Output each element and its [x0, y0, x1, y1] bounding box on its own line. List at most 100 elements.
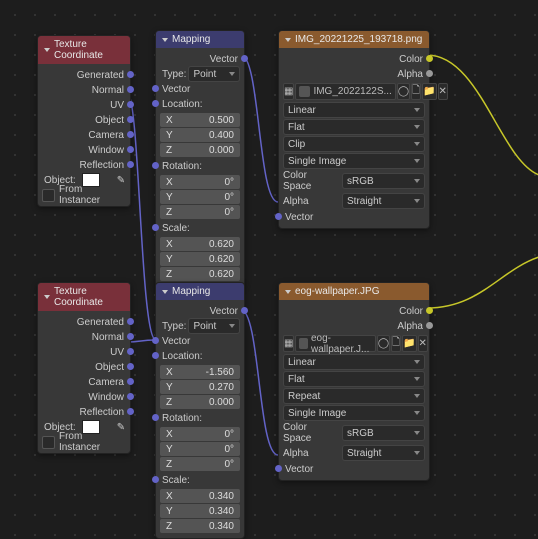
- output-camera: Camera: [42, 375, 126, 389]
- node-header[interactable]: Texture Coordinate: [38, 36, 130, 64]
- rotation-label: Rotation:: [160, 411, 240, 425]
- rotation-label: Rotation:: [160, 159, 240, 173]
- alpha-select[interactable]: Straight: [342, 193, 425, 209]
- location-z[interactable]: Z0.000: [160, 395, 240, 409]
- location-y[interactable]: Y0.270: [160, 380, 240, 394]
- new-image-icon[interactable]: 🗋: [391, 335, 401, 352]
- source-select[interactable]: Single Image: [283, 405, 425, 421]
- from-instancer-checkbox[interactable]: [42, 436, 55, 449]
- output-vector: Vector: [160, 52, 240, 66]
- rotation-z[interactable]: Z0°: [160, 457, 240, 471]
- unlink-icon[interactable]: ✕: [418, 335, 428, 352]
- output-vector: Vector: [160, 304, 240, 318]
- type-row[interactable]: Type:Point: [160, 319, 240, 333]
- unlink-icon[interactable]: ✕: [438, 83, 448, 100]
- location-label: Location:: [160, 97, 240, 111]
- extension-select[interactable]: Repeat: [283, 388, 425, 404]
- input-vector: Vector: [283, 462, 425, 476]
- image-thumb-icon: [299, 86, 310, 97]
- type-select[interactable]: Point: [188, 66, 240, 82]
- node-mapping-1[interactable]: Mapping Vector Type:Point Vector Locatio…: [155, 30, 245, 287]
- from-instancer-checkbox[interactable]: [42, 189, 55, 202]
- alpha-label: Alpha: [283, 448, 338, 459]
- rotation-x[interactable]: X0°: [160, 175, 240, 189]
- location-x[interactable]: X-1.560: [160, 365, 240, 379]
- chevron-down-icon: [414, 125, 420, 129]
- location-y[interactable]: Y0.400: [160, 128, 240, 142]
- output-normal: Normal: [42, 83, 126, 97]
- chevron-down-icon: [285, 290, 291, 294]
- node-header[interactable]: IMG_20221225_193718.png: [279, 31, 429, 48]
- node-header[interactable]: eog-wallpaper.JPG: [279, 283, 429, 300]
- chevron-down-icon: [414, 108, 420, 112]
- node-title: Mapping: [172, 34, 210, 45]
- node-header[interactable]: Texture Coordinate: [38, 283, 130, 311]
- input-vector: Vector: [283, 210, 425, 224]
- output-color: Color: [283, 52, 425, 66]
- output-object: Object: [42, 360, 126, 374]
- node-texture-coordinate-2[interactable]: Texture Coordinate Generated Normal UV O…: [37, 282, 131, 454]
- source-select[interactable]: Single Image: [283, 153, 425, 169]
- image-browse-icon[interactable]: ▦: [283, 335, 294, 352]
- output-window: Window: [42, 143, 126, 157]
- scale-label: Scale:: [160, 473, 240, 487]
- interpolation-select[interactable]: Linear: [283, 102, 425, 118]
- from-instancer-row[interactable]: From Instancer: [42, 188, 126, 202]
- chevron-down-icon: [229, 72, 235, 76]
- scale-y[interactable]: Y0.340: [160, 504, 240, 518]
- rotation-y[interactable]: Y0°: [160, 442, 240, 456]
- rotation-x[interactable]: X0°: [160, 427, 240, 441]
- scale-z[interactable]: Z0.340: [160, 519, 240, 533]
- linked-icon[interactable]: ◯: [397, 83, 410, 100]
- node-image-texture-2[interactable]: eog-wallpaper.JPG Color Alpha ▦ eog-wall…: [278, 282, 430, 481]
- scale-x[interactable]: X0.620: [160, 237, 240, 251]
- type-row[interactable]: Type:Point: [160, 67, 240, 81]
- scale-x[interactable]: X0.340: [160, 489, 240, 503]
- open-image-icon[interactable]: 📁: [422, 83, 436, 100]
- new-image-icon[interactable]: 🗋: [411, 83, 421, 100]
- type-select[interactable]: Point: [188, 318, 240, 334]
- image-browse-icon[interactable]: ▦: [283, 83, 294, 100]
- input-vector: Vector: [160, 82, 240, 96]
- image-selector-row[interactable]: ▦ IMG_2022122S... ◯ 🗋 📁 ✕: [283, 83, 425, 100]
- chevron-down-icon: [414, 179, 420, 183]
- chevron-down-icon: [414, 360, 420, 364]
- rotation-z[interactable]: Z0°: [160, 205, 240, 219]
- colorspace-select[interactable]: sRGB: [342, 425, 425, 441]
- node-texture-coordinate-1[interactable]: Texture Coordinate Generated Normal UV O…: [37, 35, 131, 207]
- node-mapping-2[interactable]: Mapping Vector Type:Point Vector Locatio…: [155, 282, 245, 539]
- colorspace-select[interactable]: sRGB: [342, 173, 425, 189]
- chevron-down-icon: [229, 324, 235, 328]
- scale-y[interactable]: Y0.620: [160, 252, 240, 266]
- node-image-texture-1[interactable]: IMG_20221225_193718.png Color Alpha ▦ IM…: [278, 30, 430, 229]
- image-name-field[interactable]: IMG_2022122S...: [295, 83, 395, 100]
- output-alpha: Alpha: [283, 67, 425, 81]
- projection-select[interactable]: Flat: [283, 119, 425, 135]
- chevron-down-icon: [414, 451, 420, 455]
- colorspace-label: Color Space: [283, 422, 338, 444]
- projection-select[interactable]: Flat: [283, 371, 425, 387]
- image-selector-row[interactable]: ▦ eog-wallpaper.J... ◯ 🗋 📁 ✕: [283, 335, 425, 352]
- node-title: eog-wallpaper.JPG: [295, 286, 380, 297]
- rotation-y[interactable]: Y0°: [160, 190, 240, 204]
- output-generated: Generated: [42, 68, 126, 82]
- node-header[interactable]: Mapping: [156, 283, 244, 300]
- alpha-select[interactable]: Straight: [342, 445, 425, 461]
- image-name-field[interactable]: eog-wallpaper.J...: [295, 335, 375, 352]
- output-alpha: Alpha: [283, 319, 425, 333]
- linked-icon[interactable]: ◯: [377, 335, 390, 352]
- from-instancer-row[interactable]: From Instancer: [42, 435, 126, 449]
- location-x[interactable]: X0.500: [160, 113, 240, 127]
- chevron-down-icon: [414, 159, 420, 163]
- chevron-down-icon: [414, 377, 420, 381]
- chevron-down-icon: [162, 38, 168, 42]
- chevron-down-icon: [414, 431, 420, 435]
- location-z[interactable]: Z0.000: [160, 143, 240, 157]
- output-generated: Generated: [42, 315, 126, 329]
- scale-z[interactable]: Z0.620: [160, 267, 240, 281]
- chevron-down-icon: [414, 142, 420, 146]
- open-image-icon[interactable]: 📁: [402, 335, 416, 352]
- interpolation-select[interactable]: Linear: [283, 354, 425, 370]
- extension-select[interactable]: Clip: [283, 136, 425, 152]
- node-header[interactable]: Mapping: [156, 31, 244, 48]
